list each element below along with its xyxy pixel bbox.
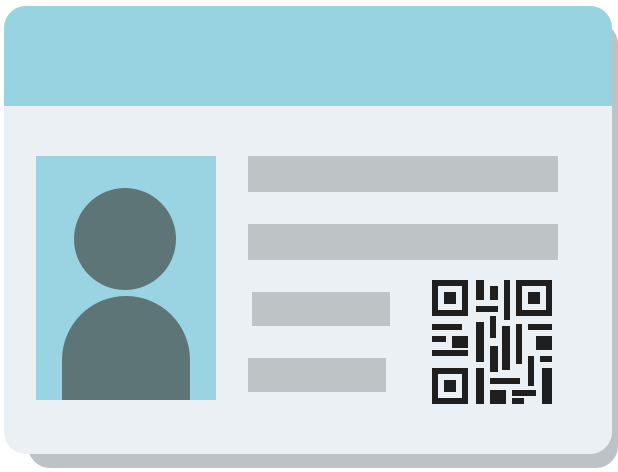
person-body-icon [62,296,190,400]
id-card-illustration [0,0,618,472]
text-line-placeholder-4 [248,358,386,392]
photo-placeholder [36,156,216,400]
id-card [4,6,612,454]
qr-code-icon [432,280,552,404]
text-line-placeholder-2 [248,224,558,260]
text-line-placeholder-1 [248,156,558,192]
person-head-icon [74,188,176,290]
text-line-placeholder-3 [252,292,390,326]
card-header-band [4,6,612,106]
